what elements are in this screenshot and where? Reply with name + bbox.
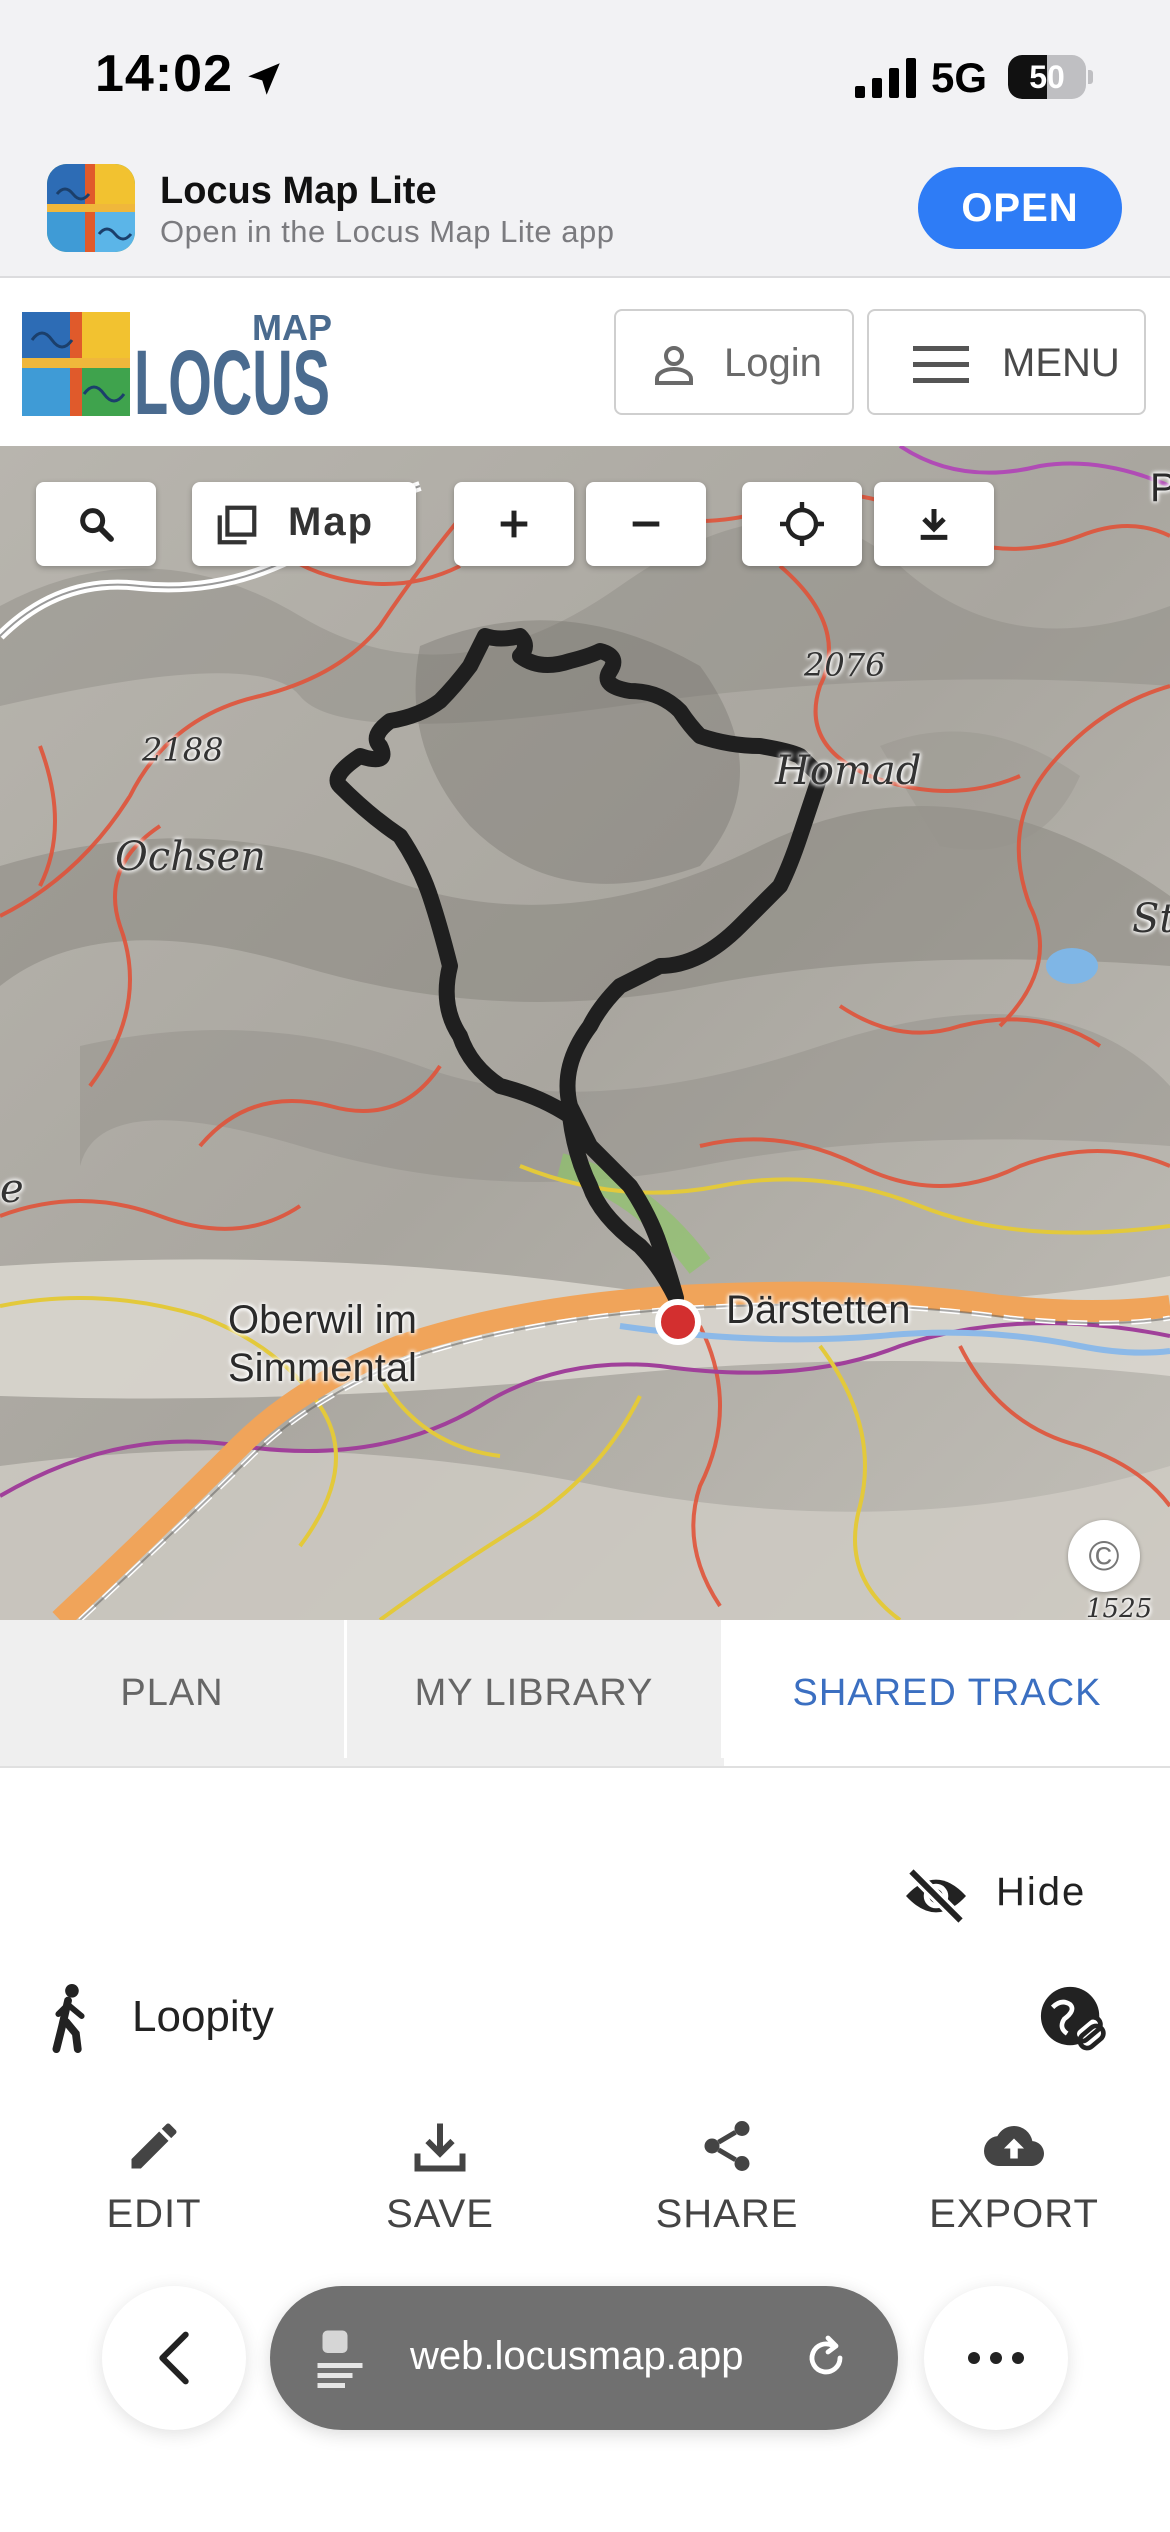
map-label-peak: 2188 — [142, 731, 224, 769]
app-banner: Locus Map Lite Open in the Locus Map Lit… — [0, 150, 1170, 278]
open-app-button[interactable]: OPEN — [918, 167, 1122, 249]
eye-slash-icon[interactable] — [903, 1866, 969, 1926]
user-icon — [655, 346, 693, 385]
map-label-p: P — [1150, 466, 1170, 510]
back-icon — [159, 2331, 189, 2385]
share-link-icon[interactable] — [1038, 1984, 1108, 2054]
edit-icon — [131, 2123, 177, 2169]
edit-button[interactable]: EDIT — [54, 2116, 254, 2246]
browser-back-button[interactable] — [102, 2286, 246, 2430]
save-button[interactable]: SAVE — [340, 2116, 540, 2246]
track-start-marker[interactable] — [655, 1299, 701, 1345]
map-view[interactable]: 2076 2188 Homad Ochsen St e P Därstetten… — [0, 446, 1170, 1620]
layers-icon — [217, 505, 257, 545]
track-name: Loopity — [132, 1992, 274, 2041]
signal-icon — [855, 58, 916, 98]
browser-more-button[interactable] — [924, 2286, 1068, 2430]
panel-tabs: PLAN MY LIBRARY SHARED TRACK — [0, 1620, 1170, 1768]
banner-subtitle: Open in the Locus Map Lite app — [160, 214, 615, 249]
map-label-st: St — [1132, 896, 1170, 942]
share-icon — [704, 2121, 750, 2171]
menu-label: MENU — [1002, 341, 1120, 385]
map-search-button[interactable] — [36, 482, 156, 566]
url-text: web.locusmap.app — [410, 2334, 744, 2378]
reload-icon[interactable] — [802, 2334, 850, 2382]
map-layer-label: Map — [288, 500, 374, 544]
battery-level: 50 — [1029, 59, 1065, 95]
tab-plan[interactable]: PLAN — [0, 1620, 344, 1766]
save-icon — [414, 2123, 466, 2172]
share-label: SHARE — [655, 2192, 799, 2236]
export-button[interactable]: EXPORT — [914, 2116, 1114, 2246]
map-label-simmental: Simmental — [228, 1346, 417, 1390]
zoom-out-button[interactable] — [586, 482, 706, 566]
hiker-icon — [52, 1983, 85, 2053]
login-button[interactable]: Login — [614, 309, 854, 415]
status-bar: 14:02 5G 50 — [0, 0, 1170, 150]
tab-shared-track[interactable]: SHARED TRACK — [724, 1620, 1170, 1766]
map-label-darstetten: Därstetten — [726, 1288, 911, 1332]
app-icon — [47, 164, 135, 252]
map-label-homad: Homad — [775, 748, 922, 794]
locus-logo[interactable]: MAP LOCUS — [22, 300, 332, 418]
menu-button[interactable]: MENU — [867, 309, 1146, 415]
hide-track-button[interactable]: Hide — [996, 1870, 1086, 1915]
logo-big-text: LOCUS — [134, 332, 330, 418]
battery-icon: 50 — [1008, 55, 1093, 99]
minus-icon — [632, 521, 660, 527]
search-icon — [80, 508, 114, 542]
map-label-peak: 2076 — [804, 646, 886, 684]
map-label-peak: 1525 — [1086, 1594, 1153, 1620]
edit-label: EDIT — [106, 2192, 202, 2236]
locate-me-button[interactable] — [742, 482, 862, 566]
network-type: 5G — [931, 54, 988, 101]
tab-my-library[interactable]: MY LIBRARY — [347, 1620, 721, 1766]
plus-icon — [500, 510, 528, 538]
map-layer-button[interactable]: Map — [192, 482, 416, 566]
banner-title: Locus Map Lite — [160, 170, 437, 212]
site-header: MAP LOCUS Login MENU — [0, 278, 1170, 446]
map-label-oberwil: Oberwil im — [228, 1298, 417, 1342]
locate-icon — [780, 502, 824, 546]
zoom-in-button[interactable] — [454, 482, 574, 566]
export-label: EXPORT — [929, 2192, 1099, 2236]
save-label: SAVE — [386, 2192, 494, 2236]
map-canvas[interactable] — [0, 446, 1170, 1620]
map-download-button[interactable] — [874, 482, 994, 566]
export-icon — [984, 2126, 1044, 2166]
location-arrow-icon — [248, 63, 280, 95]
more-icon — [968, 2352, 1024, 2364]
hamburger-icon — [913, 346, 969, 383]
address-bar[interactable]: web.locusmap.app — [270, 2286, 898, 2430]
map-label-e: e — [0, 1166, 24, 1212]
map-attribution-button[interactable]: © — [1068, 1520, 1140, 1592]
page-icon — [317, 2330, 363, 2388]
map-label-ochsen: Ochsen — [115, 834, 266, 880]
download-icon — [920, 509, 948, 540]
login-label: Login — [724, 341, 822, 385]
status-time: 14:02 — [95, 45, 233, 103]
share-button[interactable]: SHARE — [627, 2116, 827, 2246]
